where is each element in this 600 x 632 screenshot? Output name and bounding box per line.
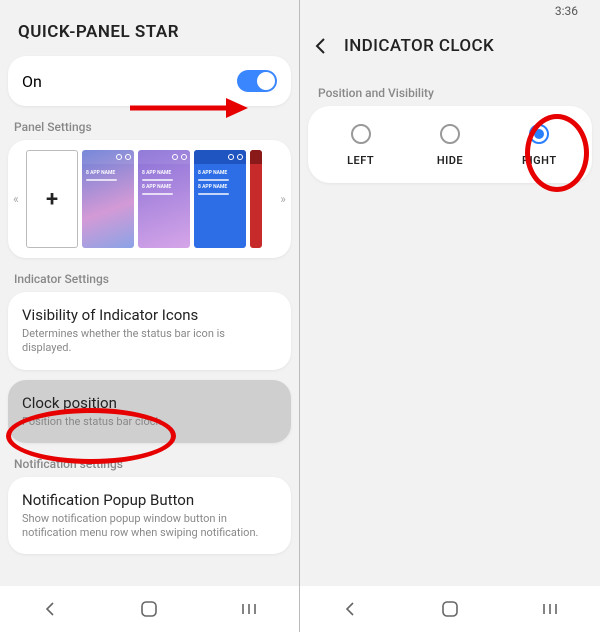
back-icon[interactable] xyxy=(312,37,330,55)
panel-preview[interactable]: 8 APP NAME8 APP NAME xyxy=(138,150,190,248)
item-title: Visibility of Indicator Icons xyxy=(22,306,277,324)
page-title-right: INDICATOR CLOCK xyxy=(344,36,494,56)
item-title: Notification Popup Button xyxy=(22,491,277,509)
toggle-label: On xyxy=(22,72,42,91)
status-clock: 3:36 xyxy=(555,4,578,18)
item-subtitle: Determines whether the status bar icon i… xyxy=(22,327,277,356)
radio-icon xyxy=(351,124,371,144)
section-panel-settings: Panel Settings xyxy=(8,110,291,140)
recents-icon[interactable] xyxy=(539,598,561,620)
master-toggle-row[interactable]: On xyxy=(8,56,291,106)
visibility-of-indicator-icons[interactable]: Visibility of Indicator Icons Determines… xyxy=(8,292,291,370)
notification-popup-button[interactable]: Notification Popup Button Show notificat… xyxy=(8,477,291,555)
home-icon[interactable] xyxy=(138,598,160,620)
panel-preview[interactable]: 8 APP NAME xyxy=(82,150,134,248)
clock-position[interactable]: Clock position Position the status bar c… xyxy=(8,380,291,443)
section-position-visibility: Position and Visibility xyxy=(308,76,592,106)
option-hide[interactable]: HIDE xyxy=(415,124,485,167)
back-icon[interactable] xyxy=(339,598,361,620)
recents-icon[interactable] xyxy=(238,598,260,620)
option-label: LEFT xyxy=(347,154,374,167)
radio-icon xyxy=(529,124,549,144)
item-subtitle: Position the status bar clock. xyxy=(22,415,277,429)
option-label: RIGHT xyxy=(522,154,557,167)
panel-preview[interactable] xyxy=(250,150,262,248)
panel-previews: « + 8 APP NAME 8 APP NAME8 APP NAME 8 AP… xyxy=(8,140,291,258)
chevron-left-icon[interactable]: « xyxy=(8,192,24,206)
position-radio-group: LEFT HIDE RIGHT xyxy=(308,106,592,183)
option-label: HIDE xyxy=(437,154,463,167)
android-nav-bar xyxy=(300,586,600,632)
option-right[interactable]: RIGHT xyxy=(504,124,574,167)
item-title: Clock position xyxy=(22,394,277,412)
section-notification-settings: Notification settings xyxy=(8,447,291,477)
item-subtitle: Show notification popup window button in… xyxy=(22,512,277,541)
radio-icon xyxy=(440,124,460,144)
panel-preview[interactable]: 8 APP NAME8 APP NAME xyxy=(194,150,246,248)
option-left[interactable]: LEFT xyxy=(326,124,396,167)
section-indicator-settings: Indicator Settings xyxy=(8,262,291,292)
chevron-right-icon[interactable]: » xyxy=(275,192,291,206)
master-toggle[interactable] xyxy=(237,70,277,92)
add-panel-button[interactable]: + xyxy=(26,150,78,248)
android-nav-bar xyxy=(0,586,299,632)
status-bar: 3:36 xyxy=(308,0,592,22)
page-title-left: QUICK-PANEL STAR xyxy=(8,0,291,56)
home-icon[interactable] xyxy=(439,598,461,620)
back-icon[interactable] xyxy=(39,598,61,620)
